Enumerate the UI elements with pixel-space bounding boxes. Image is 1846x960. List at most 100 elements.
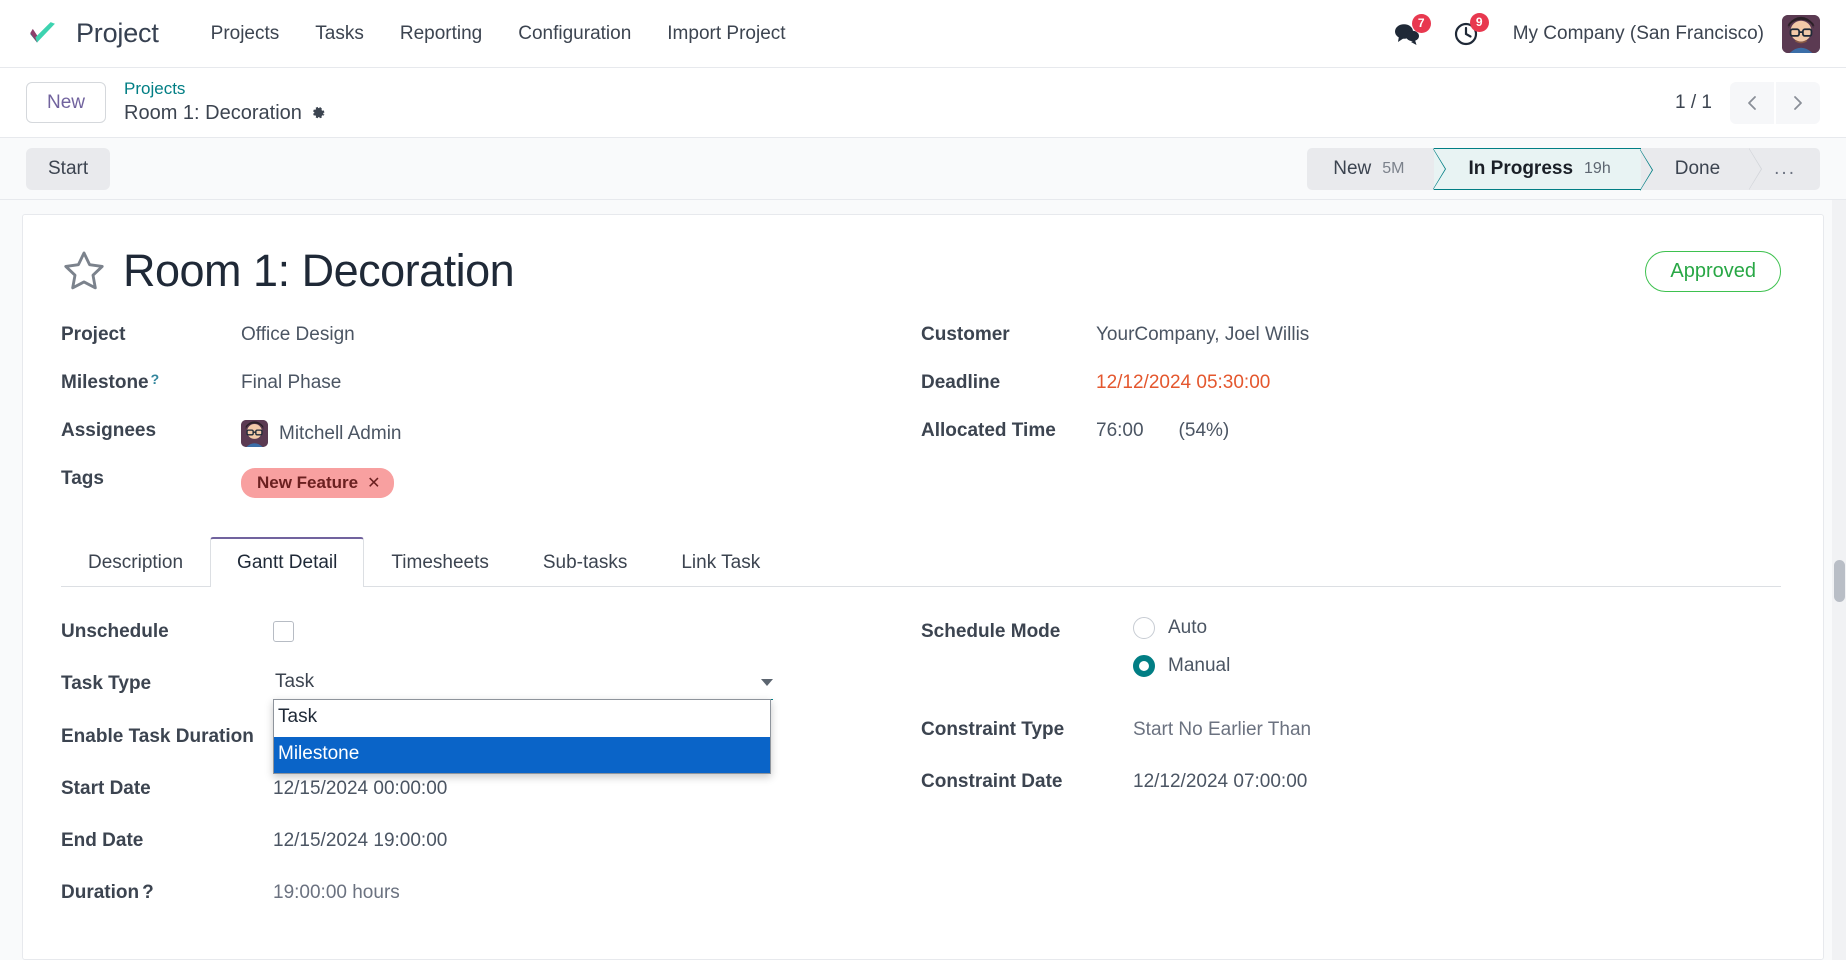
stage-statusbar: New 5M In Progress 19h Done ... xyxy=(1307,148,1820,190)
field-constraint-date: Constraint Date 12/12/2024 07:00:00 xyxy=(921,767,1781,797)
main-menu: Projects Tasks Reporting Configuration I… xyxy=(193,15,804,53)
control-panel: New Projects Room 1: Decoration 1 / 1 xyxy=(0,68,1846,138)
tab-timesheets[interactable]: Timesheets xyxy=(364,538,516,587)
page-title: Room 1: Decoration xyxy=(123,245,514,297)
start-button[interactable]: Start xyxy=(26,148,110,190)
radio-auto-control[interactable] xyxy=(1133,617,1155,639)
activities-button[interactable]: 9 xyxy=(1437,21,1495,47)
form-sheet-area: Room 1: Decoration Approved Project Offi… xyxy=(0,200,1846,960)
form-column-left: Project Office Design Milestone ? Final … xyxy=(61,319,921,512)
field-milestone-label-text: Milestone xyxy=(61,372,149,394)
field-milestone: Milestone ? Final Phase xyxy=(61,367,921,401)
messages-button[interactable]: 7 xyxy=(1377,22,1437,46)
field-duration-value[interactable]: 19:00:00 hours xyxy=(273,878,400,904)
radio-manual-control[interactable] xyxy=(1133,655,1155,677)
vertical-scrollbar[interactable] xyxy=(1832,200,1846,960)
task-type-select[interactable]: Task xyxy=(273,669,773,700)
chevron-left-icon xyxy=(1744,93,1760,113)
field-deadline-value[interactable]: 12/12/2024 05:30:00 xyxy=(1096,367,1270,394)
notebook: Description Gantt Detail Timesheets Sub-… xyxy=(61,536,1781,930)
new-button[interactable]: New xyxy=(26,82,106,124)
tag-label: New Feature xyxy=(257,473,358,493)
stage-separator-icon xyxy=(1640,149,1654,191)
field-deadline-label: Deadline xyxy=(921,367,1096,394)
chevron-down-icon xyxy=(761,679,773,686)
avatar[interactable] xyxy=(1782,15,1820,53)
pager-next-button[interactable] xyxy=(1776,82,1820,124)
company-switcher[interactable]: My Company (San Francisco) xyxy=(1495,23,1782,45)
field-customer: Customer YourCompany, Joel Willis xyxy=(921,319,1781,353)
assignee-avatar xyxy=(241,420,268,447)
record-header: Room 1: Decoration Approved xyxy=(61,245,1781,297)
gantt-column-right: Schedule Mode Auto Manual xyxy=(921,617,1781,930)
field-end-date-value[interactable]: 12/15/2024 19:00:00 xyxy=(273,826,447,852)
field-duration-label: Duration ? xyxy=(61,878,273,904)
task-type-selected-value: Task xyxy=(275,671,314,693)
field-constraint-type: Constraint Type Start No Earlier Than xyxy=(921,715,1781,745)
brand-name[interactable]: Project xyxy=(76,18,159,49)
breadcrumb-item-projects[interactable]: Projects xyxy=(124,78,326,101)
menu-item-projects[interactable]: Projects xyxy=(193,15,298,53)
stage-in-progress-label: In Progress xyxy=(1468,158,1573,180)
help-icon[interactable]: ? xyxy=(142,882,154,904)
menu-item-configuration[interactable]: Configuration xyxy=(500,15,649,53)
field-allocated-time-value[interactable]: 76:00 (54%) xyxy=(1096,415,1229,442)
form-fields: Project Office Design Milestone ? Final … xyxy=(61,319,1781,512)
task-type-dropdown-menu: Task Milestone xyxy=(273,699,771,774)
pager-value: 1 / 1 xyxy=(1675,92,1712,114)
field-duration-label-text: Duration xyxy=(61,882,139,904)
radio-auto[interactable]: Auto xyxy=(1133,617,1230,639)
vertical-scrollbar-thumb[interactable] xyxy=(1834,560,1845,602)
close-icon[interactable]: ✕ xyxy=(367,473,380,493)
tab-gantt-detail[interactable]: Gantt Detail xyxy=(210,537,364,587)
field-project-value[interactable]: Office Design xyxy=(241,319,355,346)
task-type-option-milestone[interactable]: Milestone xyxy=(274,737,770,774)
menu-item-reporting[interactable]: Reporting xyxy=(382,15,500,53)
stage-new[interactable]: New 5M xyxy=(1307,148,1434,190)
stage-new-duration: 5M xyxy=(1382,160,1404,178)
unschedule-checkbox[interactable] xyxy=(273,621,294,642)
field-constraint-type-value[interactable]: Start No Earlier Than xyxy=(1133,715,1311,741)
task-type-select-area: Task Task Milestone xyxy=(273,669,773,700)
menu-item-tasks[interactable]: Tasks xyxy=(297,15,382,53)
tag-chip[interactable]: New Feature ✕ xyxy=(241,468,394,498)
field-assignees-label: Assignees xyxy=(61,415,241,442)
menu-item-import-project[interactable]: Import Project xyxy=(649,15,803,53)
breadcrumb-current: Room 1: Decoration xyxy=(124,100,326,127)
stage-done-label: Done xyxy=(1675,158,1720,180)
breadcrumb-current-label: Room 1: Decoration xyxy=(124,100,302,127)
field-milestone-label: Milestone ? xyxy=(61,367,241,394)
radio-manual[interactable]: Manual xyxy=(1133,655,1230,677)
star-outline-icon[interactable] xyxy=(61,248,107,294)
allocated-time-amount: 76:00 xyxy=(1096,420,1144,442)
schedule-mode-radio-group: Auto Manual xyxy=(1133,617,1230,693)
stage-separator-icon xyxy=(1749,148,1763,190)
stage-done[interactable]: Done xyxy=(1641,148,1750,190)
pager: 1 / 1 xyxy=(1675,82,1820,124)
form-column-right: Customer YourCompany, Joel Willis Deadli… xyxy=(921,319,1781,512)
stage-new-label: New xyxy=(1333,158,1371,180)
odoo-check-logo[interactable] xyxy=(26,17,60,51)
field-task-type-label: Task Type xyxy=(61,669,273,695)
help-icon[interactable]: ? xyxy=(151,372,160,386)
field-tags-label: Tags xyxy=(61,463,241,490)
tab-link-task[interactable]: Link Task xyxy=(654,538,787,587)
field-start-date-label: Start Date xyxy=(61,774,273,800)
gear-icon[interactable] xyxy=(311,106,326,121)
task-type-option-task[interactable]: Task xyxy=(274,700,770,737)
field-assignees-value[interactable]: Mitchell Admin xyxy=(241,415,402,447)
field-customer-value[interactable]: YourCompany, Joel Willis xyxy=(1096,319,1309,346)
field-milestone-value[interactable]: Final Phase xyxy=(241,367,341,394)
tab-description[interactable]: Description xyxy=(61,538,210,587)
field-end-date: End Date 12/15/2024 19:00:00 xyxy=(61,826,921,856)
stage-in-progress[interactable]: In Progress 19h xyxy=(1434,148,1640,190)
field-constraint-type-label: Constraint Type xyxy=(921,715,1133,741)
field-start-date-value[interactable]: 12/15/2024 00:00:00 xyxy=(273,774,447,800)
field-constraint-date-value[interactable]: 12/12/2024 07:00:00 xyxy=(1133,767,1307,793)
radio-auto-label: Auto xyxy=(1168,617,1207,639)
tab-pane-gantt-detail: Unschedule Task Type Task Task xyxy=(61,587,1781,930)
field-end-date-label: End Date xyxy=(61,826,273,852)
pager-previous-button[interactable] xyxy=(1730,82,1774,124)
field-tags-value: New Feature ✕ xyxy=(241,463,394,498)
tab-sub-tasks[interactable]: Sub-tasks xyxy=(516,538,654,587)
